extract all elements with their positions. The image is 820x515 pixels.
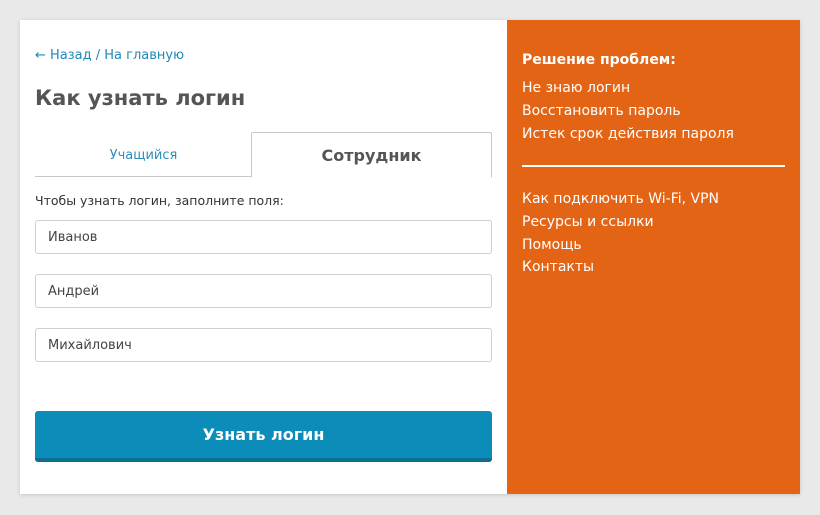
login-lookup-card: ← Назад / На главную Как узнать логин Уч… [20, 20, 800, 494]
back-to-home-link[interactable]: ← Назад / На главную [35, 48, 184, 63]
tab-employee[interactable]: Сотрудник [251, 132, 492, 178]
password-expired-link[interactable]: Истек срок действия пароля [522, 126, 734, 142]
contacts-link[interactable]: Контакты [522, 259, 594, 275]
help-link[interactable]: Помощь [522, 237, 582, 253]
find-login-button[interactable]: Узнать логин [35, 411, 492, 462]
form-hint: Чтобы узнать логин, заполните поля: [35, 193, 284, 208]
wifi-vpn-link[interactable]: Как подключить Wi-Fi, VPN [522, 191, 719, 207]
sidebar-divider [522, 165, 785, 167]
middle-name-field[interactable] [35, 328, 492, 362]
tab-student[interactable]: Учащийся [35, 132, 252, 178]
help-title: Решение проблем: [522, 52, 676, 68]
forgot-login-link[interactable]: Не знаю логин [522, 80, 630, 96]
restore-password-link[interactable]: Восстановить пароль [522, 103, 681, 119]
form-panel: ← Назад / На главную Как узнать логин Уч… [20, 20, 507, 494]
last-name-field[interactable] [35, 220, 492, 254]
resources-link[interactable]: Ресурсы и ссылки [522, 214, 654, 230]
page-title: Как узнать логин [35, 86, 246, 110]
first-name-field[interactable] [35, 274, 492, 308]
help-sidebar: Решение проблем: Не знаю логин Восстанов… [507, 20, 800, 494]
